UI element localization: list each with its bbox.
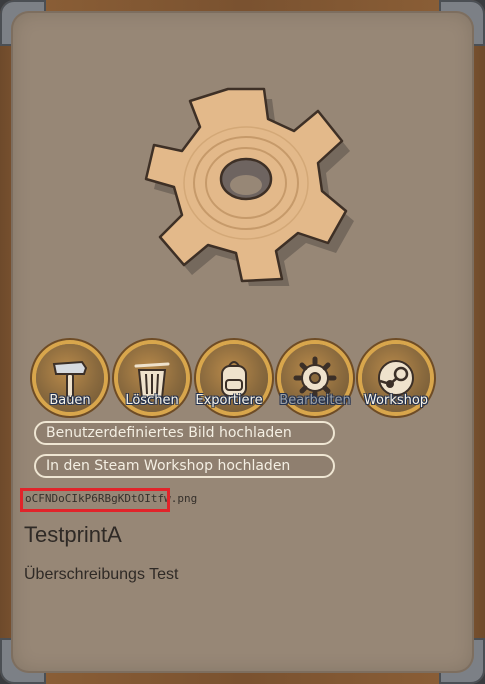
export-button-label: Exportiere — [195, 393, 263, 408]
blueprint-description: Überschreibungs Test — [24, 566, 179, 583]
blueprint-preview-gear-icon — [144, 87, 354, 286]
edit-button-label: Bearbeiten — [279, 393, 351, 408]
blueprint-title: TestprintA — [24, 522, 122, 547]
delete-button-label: Löschen — [125, 393, 179, 408]
upload-workshop-button[interactable]: In den Steam Workshop hochladen — [34, 454, 335, 478]
highlight-box — [20, 488, 170, 512]
workshop-button-label: Workshop — [363, 393, 429, 408]
build-button-label: Bauen — [49, 393, 91, 408]
upload-image-button[interactable]: Benutzerdefiniertes Bild hochladen — [34, 421, 335, 445]
